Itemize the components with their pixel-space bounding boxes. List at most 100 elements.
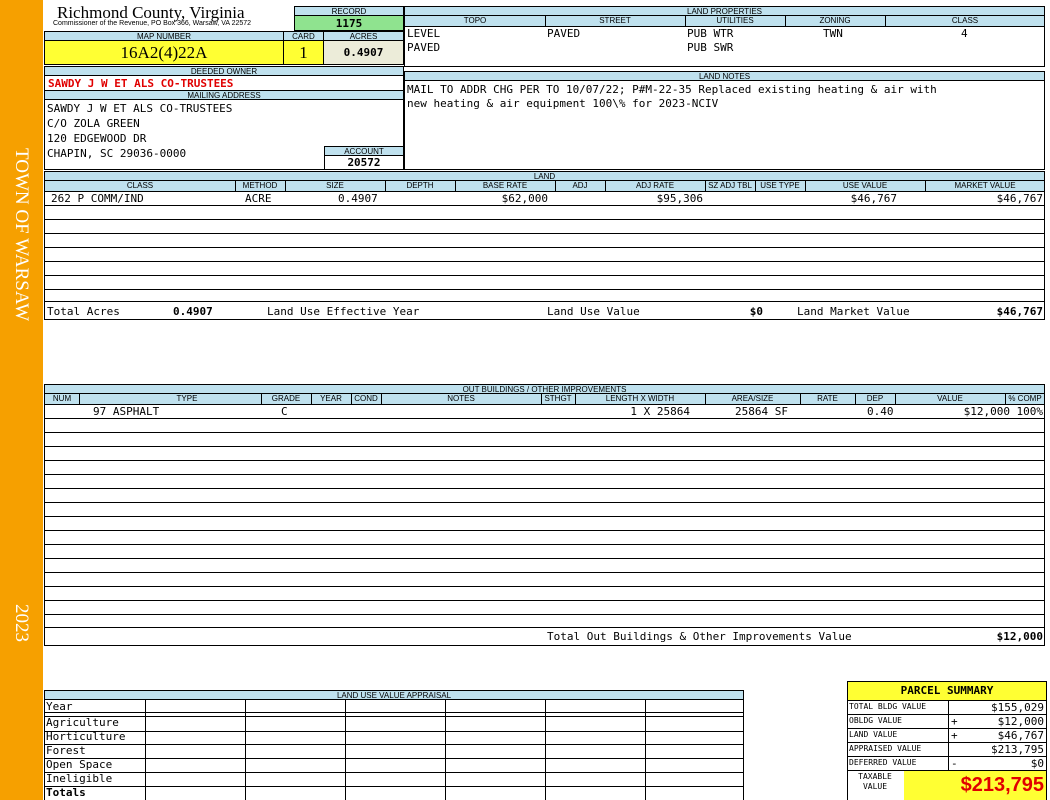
town-name: TOWN OF WARSAW — [11, 148, 32, 322]
land-use-value-label: Land Use Value — [547, 305, 640, 318]
lp-topo: LEVEL — [407, 27, 441, 40]
summary-label-appraised: APPRAISED VALUE — [849, 744, 922, 753]
land-base-rate: $62,000 — [501, 192, 548, 205]
tax-year: 2023 — [11, 604, 32, 642]
summary-value-appraised: $213,795 — [991, 743, 1044, 756]
lp-zoning: TWN — [823, 27, 843, 40]
lua-row-totals: Totals — [46, 786, 86, 799]
land-header-method: METHOD — [242, 181, 278, 190]
ob-total-value: $12,000 — [996, 630, 1043, 643]
land-header-class: CLASS — [126, 181, 154, 190]
land-adj-rate: $95,306 — [656, 192, 703, 205]
lp-street: PAVED — [547, 27, 581, 40]
summary-label-bldg: TOTAL BLDG VALUE — [849, 702, 927, 711]
lp-header-street: STREET — [599, 16, 631, 25]
land-class: 262 P COMM/IND — [51, 192, 144, 205]
summary-value-bldg: $155,029 — [991, 701, 1044, 714]
land-market-value: $46,767 — [996, 192, 1043, 205]
land-header-depth: DEPTH — [406, 181, 434, 190]
land-use-effective-year-label: Land Use Effective Year — [267, 305, 420, 318]
ob-length-width: 1 X 25864 — [630, 405, 690, 418]
commissioner-address: Commissioner of the Revenue, PO Box 366,… — [53, 20, 252, 27]
land-header-use-type: USE TYPE — [760, 181, 800, 190]
address-line: 120 EDGEWOOD DR — [47, 132, 147, 145]
ob-area-size: 25864 SF — [735, 405, 788, 418]
outbuildings-table: NUM TYPE GRADE YEAR COND NOTES STHGT LEN… — [44, 393, 1045, 646]
ob-type: 97 ASPHALT — [93, 405, 160, 418]
lp-class: 4 — [961, 27, 968, 40]
land-header-base-rate: BASE RATE — [482, 181, 528, 190]
lua-row-forest: Forest — [46, 744, 86, 757]
taxable-value-label: TAXABLE VALUE — [858, 772, 892, 791]
account-value: 20572 — [324, 155, 404, 170]
land-use-value: $46,767 — [850, 192, 897, 205]
land-market-value-total: $46,767 — [996, 305, 1043, 318]
land-header-adj: ADJ — [572, 181, 588, 190]
card-value: 1 — [283, 40, 324, 65]
land-note-line: MAIL TO ADDR CHG PER TO 10/07/22; P#M-22… — [407, 83, 937, 96]
address-line: SAWDY J W ET ALS CO-TRUSTEES — [47, 102, 233, 115]
ob-header-value: VALUE — [937, 394, 963, 403]
sidebar-band: TOWN OF WARSAW 2023 — [0, 0, 43, 800]
land-notes-box: MAIL TO ADDR CHG PER TO 10/07/22; P#M-22… — [404, 80, 1045, 170]
acres-value: 0.4907 — [323, 40, 404, 65]
ob-grade: C — [281, 405, 288, 418]
summary-label-deferred: DEFERRED VALUE — [849, 758, 917, 767]
ob-header-area-size: AREA/SIZE — [731, 394, 774, 403]
taxable-value: $213,795 — [904, 771, 1046, 800]
ob-header-cond: COND — [354, 394, 378, 403]
lp-utilities: PUB WTR — [687, 27, 734, 40]
ob-header-rate: RATE — [817, 394, 838, 403]
summary-label-obldg: OBLDG VALUE — [849, 716, 902, 725]
lua-row-horticulture: Horticulture — [46, 730, 126, 743]
lua-row-agriculture: Agriculture — [46, 716, 119, 729]
land-method: ACRE — [245, 192, 272, 205]
address-line: C/O ZOLA GREEN — [47, 117, 140, 130]
ob-header-sthgt: STHGT — [544, 394, 572, 403]
total-acres-label: Total Acres — [47, 305, 120, 318]
lua-row-ineligible: Ineligible — [46, 772, 113, 785]
ob-comp: 100% — [1016, 405, 1044, 418]
summary-value-obldg: $12,000 — [997, 715, 1044, 728]
deeded-owner: SAWDY J W ET ALS CO-TRUSTEES — [44, 75, 404, 91]
ob-header-grade: GRADE — [271, 394, 301, 403]
ob-header-length-width: LENGTH X WIDTH — [605, 394, 675, 403]
land-header-size: SIZE — [326, 181, 344, 190]
record-value: 1175 — [294, 15, 404, 31]
map-number: 16A2(4)22A — [44, 40, 284, 65]
land-market-value-label: Land Market Value — [797, 305, 910, 318]
summary-label-land: LAND VALUE — [849, 730, 898, 739]
land-header-adj-rate: ADJ RATE — [635, 181, 675, 190]
parcel-summary: PARCEL SUMMARY TOTAL BLDG VALUE $155,029… — [847, 681, 1047, 800]
summary-value-land: $46,767 — [997, 729, 1044, 742]
lp-topo: PAVED — [407, 41, 441, 54]
address-line: CHAPIN, SC 29036-0000 — [47, 147, 187, 160]
lp-header-topo: TOPO — [463, 16, 487, 25]
land-note-line: new heating & air equipment 100\% for 20… — [407, 97, 719, 110]
ob-header-dep: DEP — [866, 394, 884, 403]
ob-header-notes: NOTES — [447, 394, 475, 403]
land-properties-table: TOPO STREET UTILITIES ZONING CLASS LEVEL… — [404, 15, 1045, 67]
lp-header-zoning: ZONING — [819, 16, 851, 25]
ob-value: $12,000 — [963, 405, 1010, 418]
ob-dep: 0.40 — [867, 405, 894, 418]
land-use-appraisal-table: Year Agriculture Horticulture Forest Ope… — [44, 699, 744, 800]
land-table: CLASS METHOD SIZE DEPTH BASE RATE ADJ AD… — [44, 180, 1045, 320]
land-header-market-value: MARKET VALUE — [954, 181, 1016, 190]
total-acres: 0.4907 — [173, 305, 213, 318]
land-use-value-total: $0 — [749, 305, 763, 318]
land-header-use-value: USE VALUE — [842, 181, 888, 190]
ob-header-comp: % COMP — [1008, 394, 1042, 403]
ob-header-year: YEAR — [320, 394, 342, 403]
lua-row-year: Year — [46, 700, 73, 713]
parcel-summary-title: PARCEL SUMMARY — [848, 682, 1046, 701]
lp-header-utilities: UTILITIES — [716, 16, 754, 25]
ob-header-num: NUM — [52, 394, 72, 403]
summary-value-deferred: $0 — [1030, 757, 1044, 770]
land-size: 0.4907 — [338, 192, 378, 205]
ob-total-label: Total Out Buildings & Other Improvements… — [547, 630, 852, 643]
lua-row-open-space: Open Space — [46, 758, 113, 771]
land-header-sz-adj: SZ ADJ TBL — [708, 181, 752, 190]
lp-utilities: PUB SWR — [687, 41, 734, 54]
lp-header-class: CLASS — [951, 16, 979, 25]
